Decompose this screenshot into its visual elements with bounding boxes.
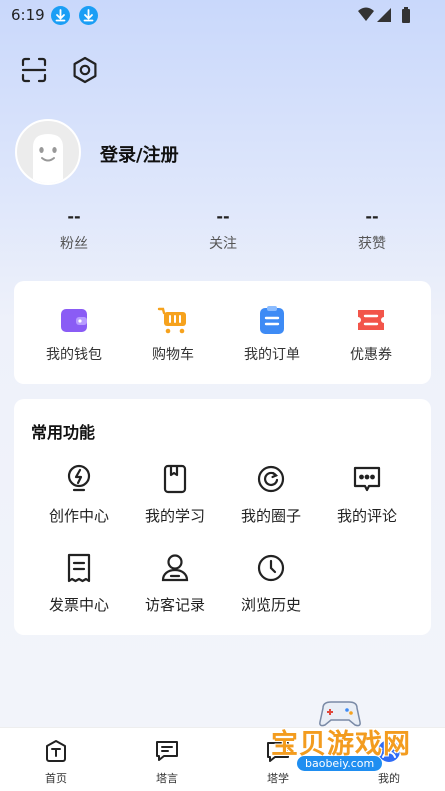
cart-icon <box>157 304 189 336</box>
circle-icon <box>255 463 287 495</box>
stat-label: 获赞 <box>358 236 386 252</box>
scan-icon[interactable] <box>19 55 49 85</box>
invoice-center-button[interactable]: 发票中心 <box>29 552 129 615</box>
stat-value: -- <box>67 207 81 226</box>
section-title: 常用功能 <box>31 423 96 442</box>
cart-button[interactable]: 购物车 <box>123 304 223 364</box>
watermark: 宝贝游戏网 baobeiy.com <box>265 700 445 790</box>
stat-following[interactable]: -- 关注 <box>173 205 273 253</box>
comment-icon <box>351 463 383 495</box>
my-comments-label: 我的评论 <box>336 507 397 525</box>
status-time: 6:19 <box>11 6 45 24</box>
visitor-icon <box>159 552 191 584</box>
order-icon <box>256 304 288 336</box>
coupon-icon <box>355 304 387 336</box>
watermark-url: baobeiy.com <box>297 756 383 771</box>
creator-center-button[interactable]: 创作中心 <box>29 463 129 526</box>
tab-tayan[interactable]: 塔言 <box>132 738 202 786</box>
common-functions-card: 常用功能 创作中心 我的学习 我的圈子 我的评论 发票中心 访客记录 浏览历史 <box>14 399 431 635</box>
coupon-button[interactable]: 优惠券 <box>321 304 421 364</box>
book-icon <box>159 463 191 495</box>
avatar[interactable] <box>15 119 81 185</box>
battery-icon <box>402 9 410 23</box>
my-comments-button[interactable]: 我的评论 <box>317 463 417 526</box>
clock-icon <box>255 552 287 584</box>
browse-history-button[interactable]: 浏览历史 <box>221 552 321 615</box>
my-learning-label: 我的学习 <box>144 507 205 525</box>
creator-center-label: 创作中心 <box>48 507 109 525</box>
tab-label: 塔言 <box>156 772 178 785</box>
hexagon-settings-icon[interactable] <box>70 55 100 85</box>
stat-likes[interactable]: -- 获赞 <box>322 205 422 253</box>
bulb-icon <box>63 463 95 495</box>
cart-label: 购物车 <box>152 347 194 363</box>
stat-label: 粉丝 <box>60 236 88 252</box>
wallet-label: 我的钱包 <box>46 347 102 363</box>
download-notification-icon <box>51 6 70 25</box>
home-icon <box>43 738 69 764</box>
signal-icon <box>377 8 391 22</box>
orders-label: 我的订单 <box>244 347 300 363</box>
status-icons <box>357 6 415 28</box>
stat-label: 关注 <box>209 236 237 252</box>
stat-value: -- <box>216 207 230 226</box>
download-notification-icon <box>79 6 98 25</box>
browse-history-label: 浏览历史 <box>240 596 301 614</box>
chat-icon <box>154 738 180 764</box>
quick-actions-card: 我的钱包 购物车 我的订单 优惠券 <box>14 281 431 384</box>
tab-home[interactable]: 首页 <box>21 738 91 786</box>
my-circle-button[interactable]: 我的圈子 <box>221 463 321 526</box>
status-bar: 6:19 <box>0 0 445 30</box>
wallet-icon <box>58 304 90 336</box>
login-register-link[interactable]: 登录/注册 <box>100 141 179 167</box>
visitor-record-label: 访客记录 <box>144 596 205 614</box>
my-learning-button[interactable]: 我的学习 <box>125 463 225 526</box>
stat-value: -- <box>365 207 379 226</box>
coupon-label: 优惠券 <box>350 347 392 363</box>
stats-row: -- 粉丝 -- 关注 -- 获赞 <box>0 205 445 265</box>
orders-button[interactable]: 我的订单 <box>222 304 322 364</box>
visitor-record-button[interactable]: 访客记录 <box>125 552 225 615</box>
stat-fans[interactable]: -- 粉丝 <box>24 205 124 253</box>
tab-label: 首页 <box>45 772 67 785</box>
invoice-center-label: 发票中心 <box>48 596 109 614</box>
my-circle-label: 我的圈子 <box>240 507 301 525</box>
wifi-icon <box>358 7 374 21</box>
invoice-icon <box>63 552 95 584</box>
wallet-button[interactable]: 我的钱包 <box>24 304 124 364</box>
